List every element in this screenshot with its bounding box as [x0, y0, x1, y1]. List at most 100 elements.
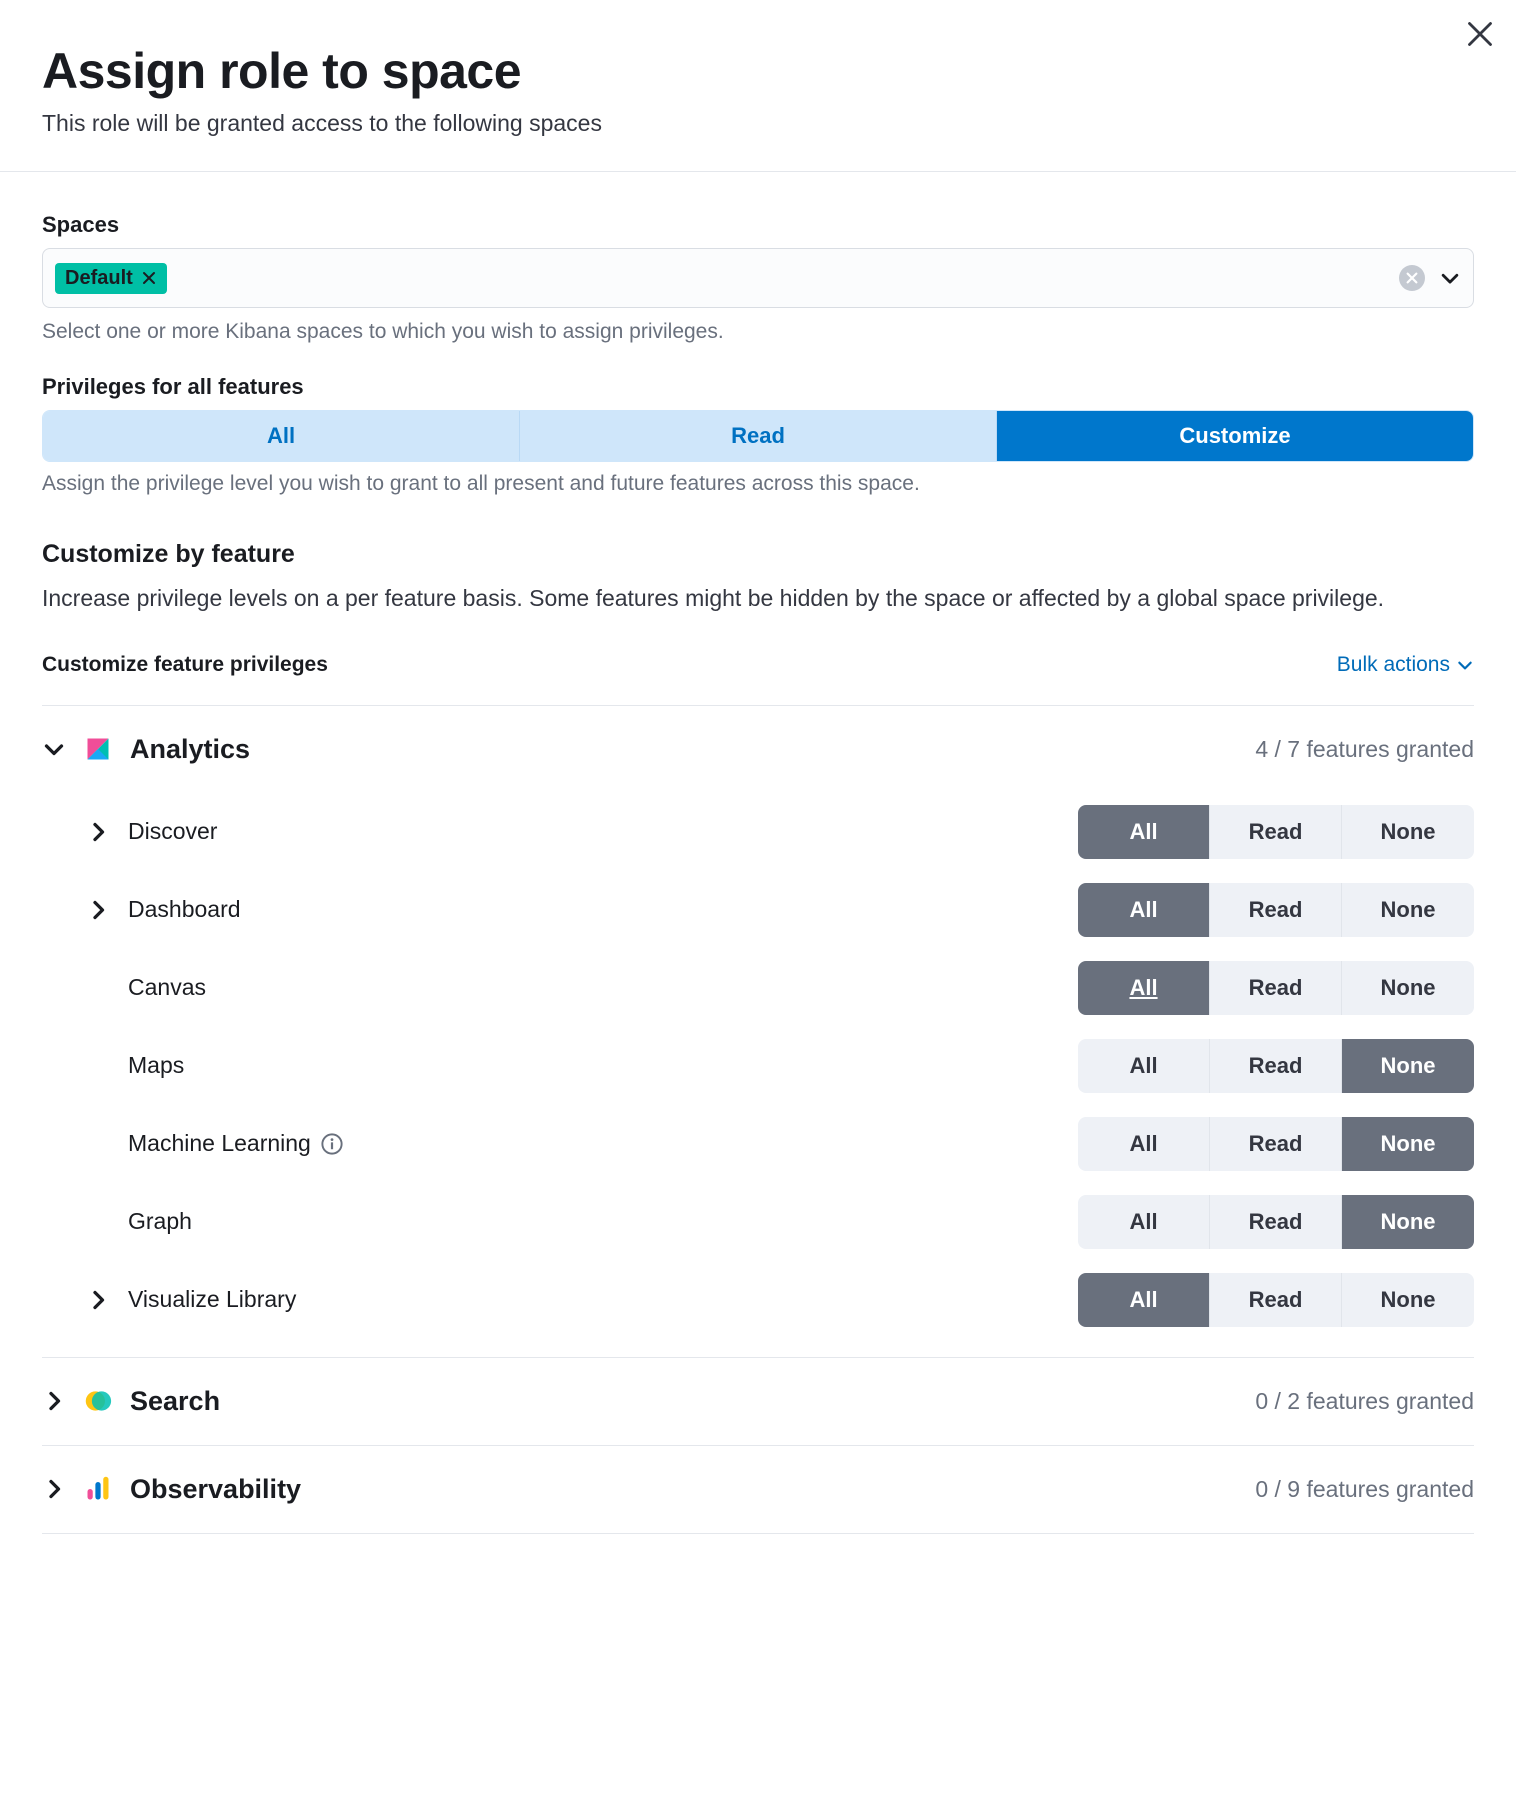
close-icon	[1466, 20, 1494, 48]
feature-privilege-group: All Read None	[1078, 1273, 1474, 1327]
category-observability-header[interactable]: Observability 0 / 9 features granted	[42, 1446, 1474, 1533]
category-name: Search	[130, 1386, 220, 1417]
info-icon[interactable]	[321, 1133, 343, 1155]
feature-privilege-group: All Read None	[1078, 1117, 1474, 1171]
feature-priv-read-button[interactable]: Read	[1210, 1273, 1342, 1327]
category-name: Observability	[130, 1474, 301, 1505]
category-count: 0 / 2 features granted	[1255, 1388, 1474, 1415]
feature-priv-label: None	[1381, 819, 1436, 844]
spaces-combobox[interactable]: Default	[42, 248, 1474, 308]
feature-name: Discover	[128, 818, 217, 845]
feature-name-label: Canvas	[128, 974, 206, 1001]
space-badge-label: Default	[65, 267, 133, 290]
feature-row: Canvas All Read None	[42, 949, 1474, 1027]
feature-row: Dashboard All Read None	[42, 871, 1474, 949]
feature-priv-none-button[interactable]: None	[1342, 805, 1474, 859]
feature-priv-read-button[interactable]: Read	[1210, 805, 1342, 859]
feature-priv-all-button[interactable]: All	[1078, 1273, 1210, 1327]
feature-priv-label: All	[1129, 1053, 1157, 1078]
space-badge-default[interactable]: Default	[55, 263, 167, 294]
feature-priv-label: None	[1381, 1287, 1436, 1312]
feature-privilege-group: All Read None	[1078, 1195, 1474, 1249]
feature-priv-none-button[interactable]: None	[1342, 1195, 1474, 1249]
category-count: 0 / 9 features granted	[1255, 1476, 1474, 1503]
page-subtitle: This role will be granted access to the …	[42, 110, 1474, 137]
feature-priv-all-button[interactable]: All	[1078, 1117, 1210, 1171]
spaces-label: Spaces	[42, 212, 1474, 238]
privileges-label: Privileges for all features	[42, 374, 1474, 400]
feature-expand-button[interactable]	[86, 820, 110, 844]
feature-priv-label: Read	[1249, 1131, 1303, 1156]
flyout-header: Assign role to space This role will be g…	[0, 0, 1516, 172]
feature-name: Machine Learning	[128, 1130, 343, 1157]
close-button[interactable]	[1466, 20, 1494, 48]
privilege-customize-button[interactable]: Customize	[997, 411, 1473, 461]
feature-expand-button[interactable]	[86, 1288, 110, 1312]
chevron-right-icon	[86, 1288, 110, 1312]
feature-priv-label: All	[1129, 1287, 1157, 1312]
chevron-down-icon	[42, 737, 66, 761]
feature-name-label: Visualize Library	[128, 1286, 296, 1313]
combobox-chevron-icon[interactable]	[1439, 267, 1461, 289]
feature-name: Canvas	[128, 974, 206, 1001]
feature-row: Graph All Read None	[42, 1183, 1474, 1261]
feature-name: Visualize Library	[128, 1286, 296, 1313]
category-search: Search 0 / 2 features granted	[42, 1358, 1474, 1446]
feature-priv-read-button[interactable]: Read	[1210, 1195, 1342, 1249]
category-analytics-header[interactable]: Analytics 4 / 7 features granted	[42, 706, 1474, 793]
feature-priv-all-button[interactable]: All	[1078, 1195, 1210, 1249]
chevron-right-icon	[42, 1389, 66, 1413]
feature-priv-label: Read	[1249, 897, 1303, 922]
feature-priv-read-button[interactable]: Read	[1210, 1117, 1342, 1171]
feature-priv-read-button[interactable]: Read	[1210, 961, 1342, 1015]
feature-priv-none-button[interactable]: None	[1342, 1039, 1474, 1093]
feature-name: Graph	[128, 1208, 192, 1235]
feature-row: Discover All Read None	[42, 793, 1474, 871]
feature-priv-read-button[interactable]: Read	[1210, 883, 1342, 937]
clear-icon	[1405, 271, 1419, 285]
feature-priv-label: All	[1129, 1131, 1157, 1156]
feature-priv-all-button[interactable]: All	[1078, 1039, 1210, 1093]
privilege-read-button[interactable]: Read	[520, 411, 997, 461]
feature-privilege-group: All Read None	[1078, 805, 1474, 859]
feature-expand-button[interactable]	[86, 898, 110, 922]
category-search-header[interactable]: Search 0 / 2 features granted	[42, 1358, 1474, 1445]
feature-row: Visualize Library All Read None	[42, 1261, 1474, 1339]
feature-priv-label: None	[1381, 1131, 1436, 1156]
feature-priv-none-button[interactable]: None	[1342, 1117, 1474, 1171]
bulk-actions-button[interactable]: Bulk actions	[1337, 653, 1474, 677]
feature-name-label: Dashboard	[128, 896, 241, 923]
category-analytics: Analytics 4 / 7 features granted Discove…	[42, 706, 1474, 1358]
feature-priv-label: Read	[1249, 975, 1303, 1000]
feature-priv-none-button[interactable]: None	[1342, 883, 1474, 937]
feature-priv-none-button[interactable]: None	[1342, 961, 1474, 1015]
feature-priv-label: None	[1381, 1053, 1436, 1078]
privilege-button-group: All Read Customize	[42, 410, 1474, 462]
privilege-all-button[interactable]: All	[43, 411, 520, 461]
category-observability: Observability 0 / 9 features granted	[42, 1446, 1474, 1534]
clear-spaces-button[interactable]	[1399, 265, 1425, 291]
remove-space-icon[interactable]	[141, 270, 157, 286]
feature-name-label: Machine Learning	[128, 1130, 311, 1157]
feature-priv-label: All	[1129, 897, 1157, 922]
observability-icon	[84, 1475, 112, 1503]
feature-name-label: Maps	[128, 1052, 184, 1079]
feature-priv-label: None	[1381, 897, 1436, 922]
feature-priv-label: None	[1381, 1209, 1436, 1234]
customize-title: Customize by feature	[42, 540, 1474, 569]
feature-priv-label: Read	[1249, 1209, 1303, 1234]
page-title: Assign role to space	[42, 42, 1474, 100]
feature-privilege-group: All Read None	[1078, 1039, 1474, 1093]
feature-priv-read-button[interactable]: Read	[1210, 1039, 1342, 1093]
feature-priv-all-button[interactable]: All	[1078, 961, 1210, 1015]
feature-privilege-group: All Read None	[1078, 883, 1474, 937]
feature-priv-all-button[interactable]: All	[1078, 883, 1210, 937]
feature-priv-all-button[interactable]: All	[1078, 805, 1210, 859]
feature-priv-none-button[interactable]: None	[1342, 1273, 1474, 1327]
feature-privilege-group: All Read None	[1078, 961, 1474, 1015]
chevron-right-icon	[42, 1477, 66, 1501]
search-category-icon	[84, 1387, 112, 1415]
chevron-right-icon	[86, 898, 110, 922]
feature-priv-label: All	[1129, 819, 1157, 844]
feature-row: Maps All Read None	[42, 1027, 1474, 1105]
